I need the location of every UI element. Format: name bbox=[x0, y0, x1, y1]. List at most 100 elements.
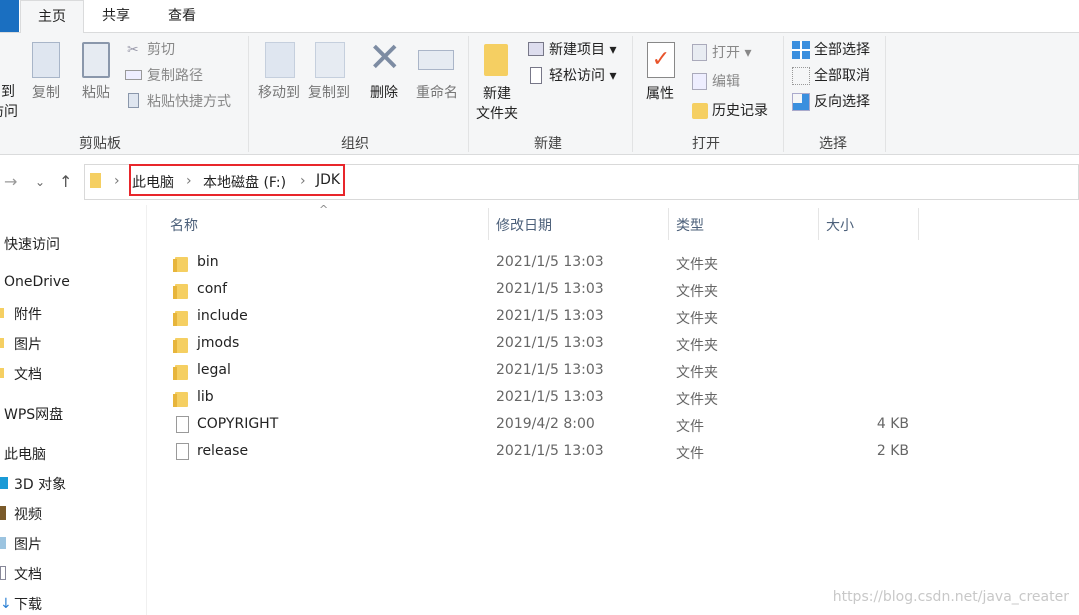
open-icon bbox=[692, 44, 707, 61]
history-button[interactable]: 历史记录 bbox=[712, 100, 768, 122]
folder-icon bbox=[173, 392, 188, 407]
sidebar-quick-access[interactable]: 快速访问 bbox=[4, 234, 60, 254]
file-type: 文件夹 bbox=[676, 392, 718, 408]
tab-share[interactable]: 共享 bbox=[86, 0, 146, 33]
file-row[interactable]: conf 2021/1/5 13:03 文件夹 bbox=[160, 277, 920, 304]
move-to-button[interactable]: 移动到 bbox=[254, 83, 304, 103]
file-type: 文件夹 bbox=[676, 365, 718, 381]
column-divider[interactable] bbox=[918, 208, 919, 240]
sidebar-3d-objects[interactable]: 3D 对象 bbox=[14, 474, 66, 494]
sidebar-pictures-pc[interactable]: 图片 bbox=[14, 534, 42, 554]
rename-icon bbox=[418, 50, 454, 70]
cut-button[interactable]: 剪切 bbox=[147, 39, 175, 61]
copy-path-icon bbox=[125, 70, 142, 80]
copy-to-button[interactable]: 复制到 bbox=[304, 83, 354, 103]
pin-label-2: 访问 bbox=[0, 104, 18, 120]
file-size: 4 KB bbox=[876, 416, 909, 432]
file-row[interactable]: bin 2021/1/5 13:03 文件夹 bbox=[160, 250, 920, 277]
file-type: 文件夹 bbox=[676, 311, 718, 327]
3d-objects-icon bbox=[0, 477, 8, 489]
tab-view[interactable]: 查看 bbox=[152, 0, 212, 33]
file-icon bbox=[176, 416, 189, 433]
select-none-button[interactable]: 全部取消 bbox=[814, 65, 870, 87]
rename-button[interactable]: 重命名 bbox=[412, 83, 462, 103]
sidebar-pictures[interactable]: 图片 bbox=[14, 334, 42, 354]
new-folder-icon bbox=[484, 44, 508, 76]
column-divider[interactable] bbox=[488, 208, 489, 240]
file-date: 2021/1/5 13:03 bbox=[496, 254, 604, 270]
up-button[interactable]: ↑ bbox=[59, 172, 72, 191]
file-name: legal bbox=[197, 362, 231, 378]
column-date[interactable]: 修改日期 bbox=[496, 215, 552, 235]
file-name: jmods bbox=[197, 335, 240, 351]
file-type: 文件夹 bbox=[676, 338, 718, 354]
column-divider[interactable] bbox=[818, 208, 819, 240]
file-date: 2021/1/5 13:03 bbox=[496, 281, 604, 297]
copy-button[interactable]: 复制 bbox=[28, 83, 64, 103]
file-size: 2 KB bbox=[876, 443, 909, 459]
properties-icon: ✓ bbox=[647, 42, 675, 78]
select-all-icon bbox=[792, 41, 810, 59]
file-row[interactable]: legal 2021/1/5 13:03 文件夹 bbox=[160, 358, 920, 385]
forward-button[interactable]: → bbox=[4, 172, 17, 191]
sidebar-onedrive[interactable]: OneDrive bbox=[4, 274, 70, 290]
easy-access-icon bbox=[530, 67, 542, 84]
folder-icon bbox=[173, 338, 188, 353]
file-date: 2021/1/5 13:03 bbox=[496, 308, 604, 324]
file-row[interactable]: COPYRIGHT 2019/4/2 8:00 文件 4 KB bbox=[160, 412, 920, 439]
invert-selection-button[interactable]: 反向选择 bbox=[814, 91, 870, 113]
sidebar-downloads[interactable]: 下载 bbox=[14, 594, 42, 614]
download-icon: ↓ bbox=[0, 596, 12, 612]
sidebar-attachments[interactable]: 附件 bbox=[14, 304, 42, 324]
sidebar-this-pc[interactable]: 此电脑 bbox=[4, 444, 46, 464]
file-date: 2021/1/5 13:03 bbox=[496, 335, 604, 351]
scissors-icon: ✂ bbox=[127, 42, 139, 58]
paste-shortcut-button[interactable]: 粘贴快捷方式 bbox=[147, 91, 231, 113]
delete-icon: ✕ bbox=[368, 35, 402, 81]
group-clipboard-label: 剪贴板 bbox=[79, 136, 121, 152]
paste-button[interactable]: 粘贴 bbox=[78, 83, 114, 103]
watermark: https://blog.csdn.net/java_creater bbox=[832, 589, 1069, 605]
column-type[interactable]: 类型 bbox=[676, 215, 704, 235]
file-row[interactable]: lib 2021/1/5 13:03 文件夹 bbox=[160, 385, 920, 412]
file-type: 文件 bbox=[676, 419, 704, 435]
sidebar-documents-pc[interactable]: 文档 bbox=[14, 564, 42, 584]
open-label: 打开 bbox=[712, 45, 740, 61]
folder-icon bbox=[0, 308, 4, 318]
ribbon-tab-bar: 主页 共享 查看 bbox=[0, 0, 1079, 34]
sidebar-documents[interactable]: 文档 bbox=[14, 364, 42, 384]
new-folder-button[interactable]: 新建 文件夹 bbox=[472, 84, 522, 124]
column-divider[interactable] bbox=[668, 208, 669, 240]
open-button[interactable]: 打开 ▾ bbox=[712, 42, 751, 64]
copy-to-icon bbox=[315, 42, 345, 78]
recent-dropdown[interactable]: ⌄ bbox=[35, 175, 45, 189]
folder-icon bbox=[90, 173, 101, 188]
document-icon bbox=[0, 566, 6, 580]
group-open-label: 打开 bbox=[692, 136, 720, 152]
file-menu-button[interactable] bbox=[0, 0, 19, 32]
column-size[interactable]: 大小 bbox=[826, 215, 854, 235]
delete-button[interactable]: 删除 bbox=[366, 83, 402, 103]
column-name[interactable]: 名称 bbox=[170, 215, 198, 235]
file-row[interactable]: release 2021/1/5 13:03 文件 2 KB bbox=[160, 439, 920, 466]
file-row[interactable]: jmods 2021/1/5 13:03 文件夹 bbox=[160, 331, 920, 358]
sidebar-wps[interactable]: WPS网盘 bbox=[4, 404, 63, 424]
group-organize-label: 组织 bbox=[341, 136, 369, 152]
sidebar-videos[interactable]: 视频 bbox=[14, 504, 42, 524]
new-item-button[interactable]: 新建项目 ▾ bbox=[549, 39, 616, 61]
chevron-right-icon: › bbox=[114, 173, 120, 189]
file-type: 文件夹 bbox=[676, 257, 718, 273]
file-date: 2021/1/5 13:03 bbox=[496, 362, 604, 378]
select-all-button[interactable]: 全部选择 bbox=[814, 39, 870, 61]
paste-shortcut-icon bbox=[128, 93, 139, 108]
copy-path-button[interactable]: 复制路径 bbox=[147, 65, 203, 87]
easy-access-button[interactable]: 轻松访问 ▾ bbox=[549, 65, 616, 87]
folder-icon bbox=[173, 311, 188, 326]
file-name: release bbox=[197, 443, 249, 459]
edit-button[interactable]: 编辑 bbox=[712, 71, 740, 93]
tab-home[interactable]: 主页 bbox=[20, 0, 84, 34]
properties-button[interactable]: 属性 bbox=[640, 84, 680, 104]
file-row[interactable]: include 2021/1/5 13:03 文件夹 bbox=[160, 304, 920, 331]
new-item-label: 新建项目 bbox=[549, 42, 605, 58]
pin-quick-access-button[interactable]: 到访问 bbox=[0, 82, 20, 122]
